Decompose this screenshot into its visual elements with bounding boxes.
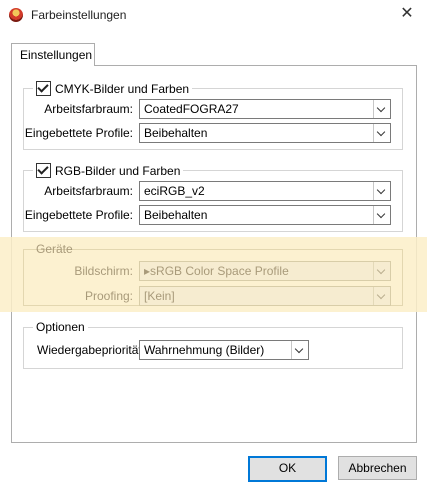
cmyk-checkbox[interactable] [36, 81, 51, 96]
rgb-workspace-row: Arbeitsfarbraum: eciRGB_v2 [0, 181, 427, 201]
color-settings-window: Farbeinstellungen ✕ Einstellungen CMYK-B… [0, 0, 427, 499]
rendering-value: Wahrnehmung (Bilder) [144, 343, 265, 357]
chevron-down-icon [373, 206, 390, 224]
screen-value: ▸sRGB Color Space Profile [144, 264, 289, 278]
screen-value-text: sRGB Color Space Profile [150, 264, 289, 278]
chevron-down-icon [373, 262, 390, 280]
cmyk-embedded-row: Eingebettete Profile: Beibehalten [0, 123, 427, 143]
rendering-label: Wiedergabepriorität: [37, 343, 146, 357]
chevron-down-icon [373, 124, 390, 142]
title-bar: Farbeinstellungen ✕ [0, 0, 427, 30]
cmyk-embedded-label: Eingebettete Profile: [24, 126, 133, 140]
cmyk-workspace-select[interactable]: CoatedFOGRA27 [139, 99, 391, 119]
screen-label: Bildschirm: [74, 264, 133, 278]
devices-legend: Geräte [33, 242, 76, 256]
proofing-row: Proofing: [Kein] [0, 286, 427, 306]
rgb-embedded-row: Eingebettete Profile: Beibehalten [0, 205, 427, 225]
rgb-embedded-value: Beibehalten [144, 208, 208, 222]
rgb-label: RGB-Bilder und Farben [55, 163, 181, 178]
rgb-embedded-select[interactable]: Beibehalten [139, 205, 391, 225]
cancel-button[interactable]: Abbrechen [338, 456, 417, 480]
cmyk-legend: CMYK-Bilder und Farben [33, 81, 193, 96]
cmyk-workspace-label: Arbeitsfarbraum: [44, 102, 133, 116]
chevron-down-icon [373, 100, 390, 118]
chevron-down-icon [291, 341, 308, 359]
ok-button[interactable]: OK [248, 456, 327, 482]
chevron-down-icon [373, 182, 390, 200]
rgb-workspace-value: eciRGB_v2 [144, 184, 205, 198]
tab-einstellungen[interactable]: Einstellungen [11, 43, 95, 66]
devices-label: Geräte [36, 242, 73, 256]
proofing-select: [Kein] [139, 286, 391, 306]
rgb-workspace-label: Arbeitsfarbraum: [44, 184, 133, 198]
rgb-embedded-label: Eingebettete Profile: [24, 208, 133, 222]
cmyk-embedded-value: Beibehalten [144, 126, 208, 140]
proofing-value: [Kein] [144, 289, 175, 303]
proofing-label: Proofing: [84, 289, 133, 303]
rgb-workspace-select[interactable]: eciRGB_v2 [139, 181, 391, 201]
options-legend: Optionen [33, 320, 88, 334]
options-label: Optionen [36, 320, 85, 334]
cmyk-label: CMYK-Bilder und Farben [55, 81, 190, 96]
window-title: Farbeinstellungen [31, 8, 127, 22]
cmyk-embedded-select[interactable]: Beibehalten [139, 123, 391, 143]
rendering-row: Wiedergabepriorität: Wahrnehmung (Bilder… [0, 340, 427, 360]
screen-select: ▸sRGB Color Space Profile [139, 261, 391, 281]
cmyk-workspace-value: CoatedFOGRA27 [144, 102, 239, 116]
chevron-down-icon [373, 287, 390, 305]
screen-row: Bildschirm: ▸sRGB Color Space Profile [0, 261, 427, 281]
rgb-legend: RGB-Bilder und Farben [33, 163, 184, 178]
rendering-select[interactable]: Wahrnehmung (Bilder) [139, 340, 309, 360]
tab-label: Einstellungen [20, 48, 93, 62]
app-logo-icon [9, 8, 23, 22]
rgb-checkbox[interactable] [36, 163, 51, 178]
cmyk-workspace-row: Arbeitsfarbraum: CoatedFOGRA27 [0, 99, 427, 119]
close-icon[interactable]: ✕ [397, 4, 417, 24]
